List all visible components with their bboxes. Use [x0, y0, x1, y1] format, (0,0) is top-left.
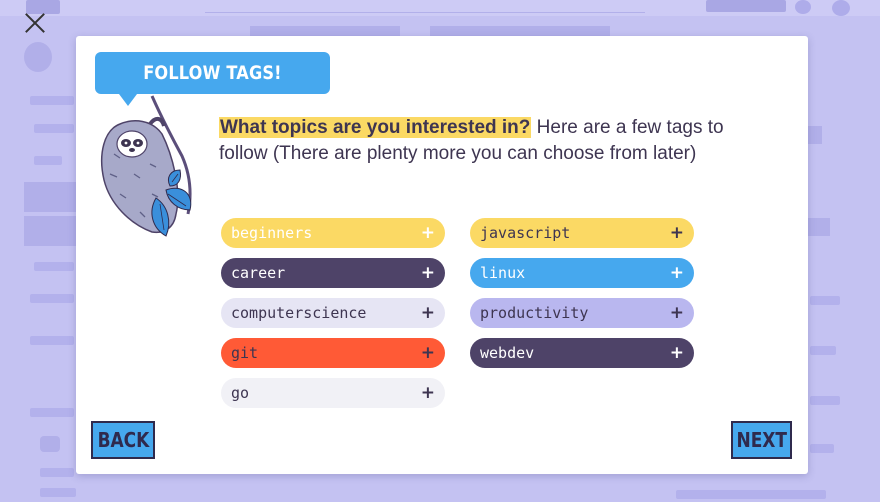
background-line	[30, 408, 74, 417]
next-button[interactable]: NEXT	[731, 421, 792, 459]
tag-label: go	[231, 384, 250, 402]
background-profile-image	[24, 42, 52, 72]
background-line	[40, 488, 76, 497]
back-button[interactable]: BACK	[91, 421, 155, 459]
background-write-button	[706, 0, 786, 12]
background-block	[430, 26, 610, 36]
plus-icon: +	[420, 383, 435, 403]
question-highlight: What topics are you interested in?	[219, 117, 532, 138]
tag-git[interactable]: git +	[221, 338, 445, 368]
tag-productivity[interactable]: productivity +	[470, 298, 694, 328]
plus-icon: +	[420, 223, 435, 243]
background-line	[676, 490, 826, 499]
tag-label: webdev	[480, 344, 535, 362]
background-line	[30, 96, 74, 105]
tag-label: career	[231, 264, 286, 282]
background-line	[30, 294, 74, 303]
background-block	[808, 218, 830, 236]
background-line	[810, 296, 840, 305]
background-block	[24, 182, 76, 212]
tag-label: linux	[480, 264, 526, 282]
plus-icon: +	[669, 303, 684, 323]
modal-title: FOLLOW TAGS!	[143, 62, 282, 84]
background-block	[250, 26, 400, 36]
title-speech-bubble: FOLLOW TAGS!	[95, 52, 330, 106]
background-line	[810, 396, 840, 405]
background-line	[40, 468, 74, 477]
tag-label: productivity	[480, 304, 589, 322]
tag-career[interactable]: career +	[221, 258, 445, 288]
close-icon[interactable]	[22, 10, 48, 36]
background-notification-icon	[795, 0, 811, 14]
tag-computerscience[interactable]: computerscience +	[221, 298, 445, 328]
sloth-mascot-icon	[101, 95, 192, 237]
plus-icon: +	[420, 303, 435, 323]
tag-label: beginners	[231, 224, 313, 242]
tag-beginners[interactable]: beginners +	[221, 218, 445, 248]
tag-label: git	[231, 344, 259, 362]
tag-label: javascript	[480, 224, 571, 242]
question-text: What topics are you interested in? Here …	[219, 115, 739, 167]
background-line	[30, 336, 74, 345]
tag-label: computerscience	[231, 304, 367, 322]
tag-javascript[interactable]: javascript +	[470, 218, 694, 248]
plus-icon: +	[669, 343, 684, 363]
background-search	[205, 0, 645, 13]
background-line	[34, 262, 74, 271]
background-line	[810, 444, 834, 453]
tag-webdev[interactable]: webdev +	[470, 338, 694, 368]
plus-icon: +	[669, 263, 684, 283]
background-line	[810, 346, 836, 355]
follow-tags-modal: FOLLOW TAGS! What topics are you interes…	[76, 36, 808, 474]
tag-go[interactable]: go +	[221, 378, 445, 408]
tag-list: beginners + javascript + career + linux + comput…	[221, 218, 701, 418]
tag-linux[interactable]: linux +	[470, 258, 694, 288]
background-bird-icon	[40, 436, 60, 452]
background-line	[34, 124, 74, 133]
plus-icon: +	[420, 263, 435, 283]
background-block	[808, 126, 822, 144]
plus-icon: +	[420, 343, 435, 363]
background-avatar	[832, 0, 850, 16]
next-button-label: NEXT	[736, 428, 787, 452]
back-button-label: BACK	[97, 428, 149, 452]
background-line	[34, 156, 62, 165]
plus-icon: +	[669, 223, 684, 243]
background-block	[24, 216, 76, 246]
